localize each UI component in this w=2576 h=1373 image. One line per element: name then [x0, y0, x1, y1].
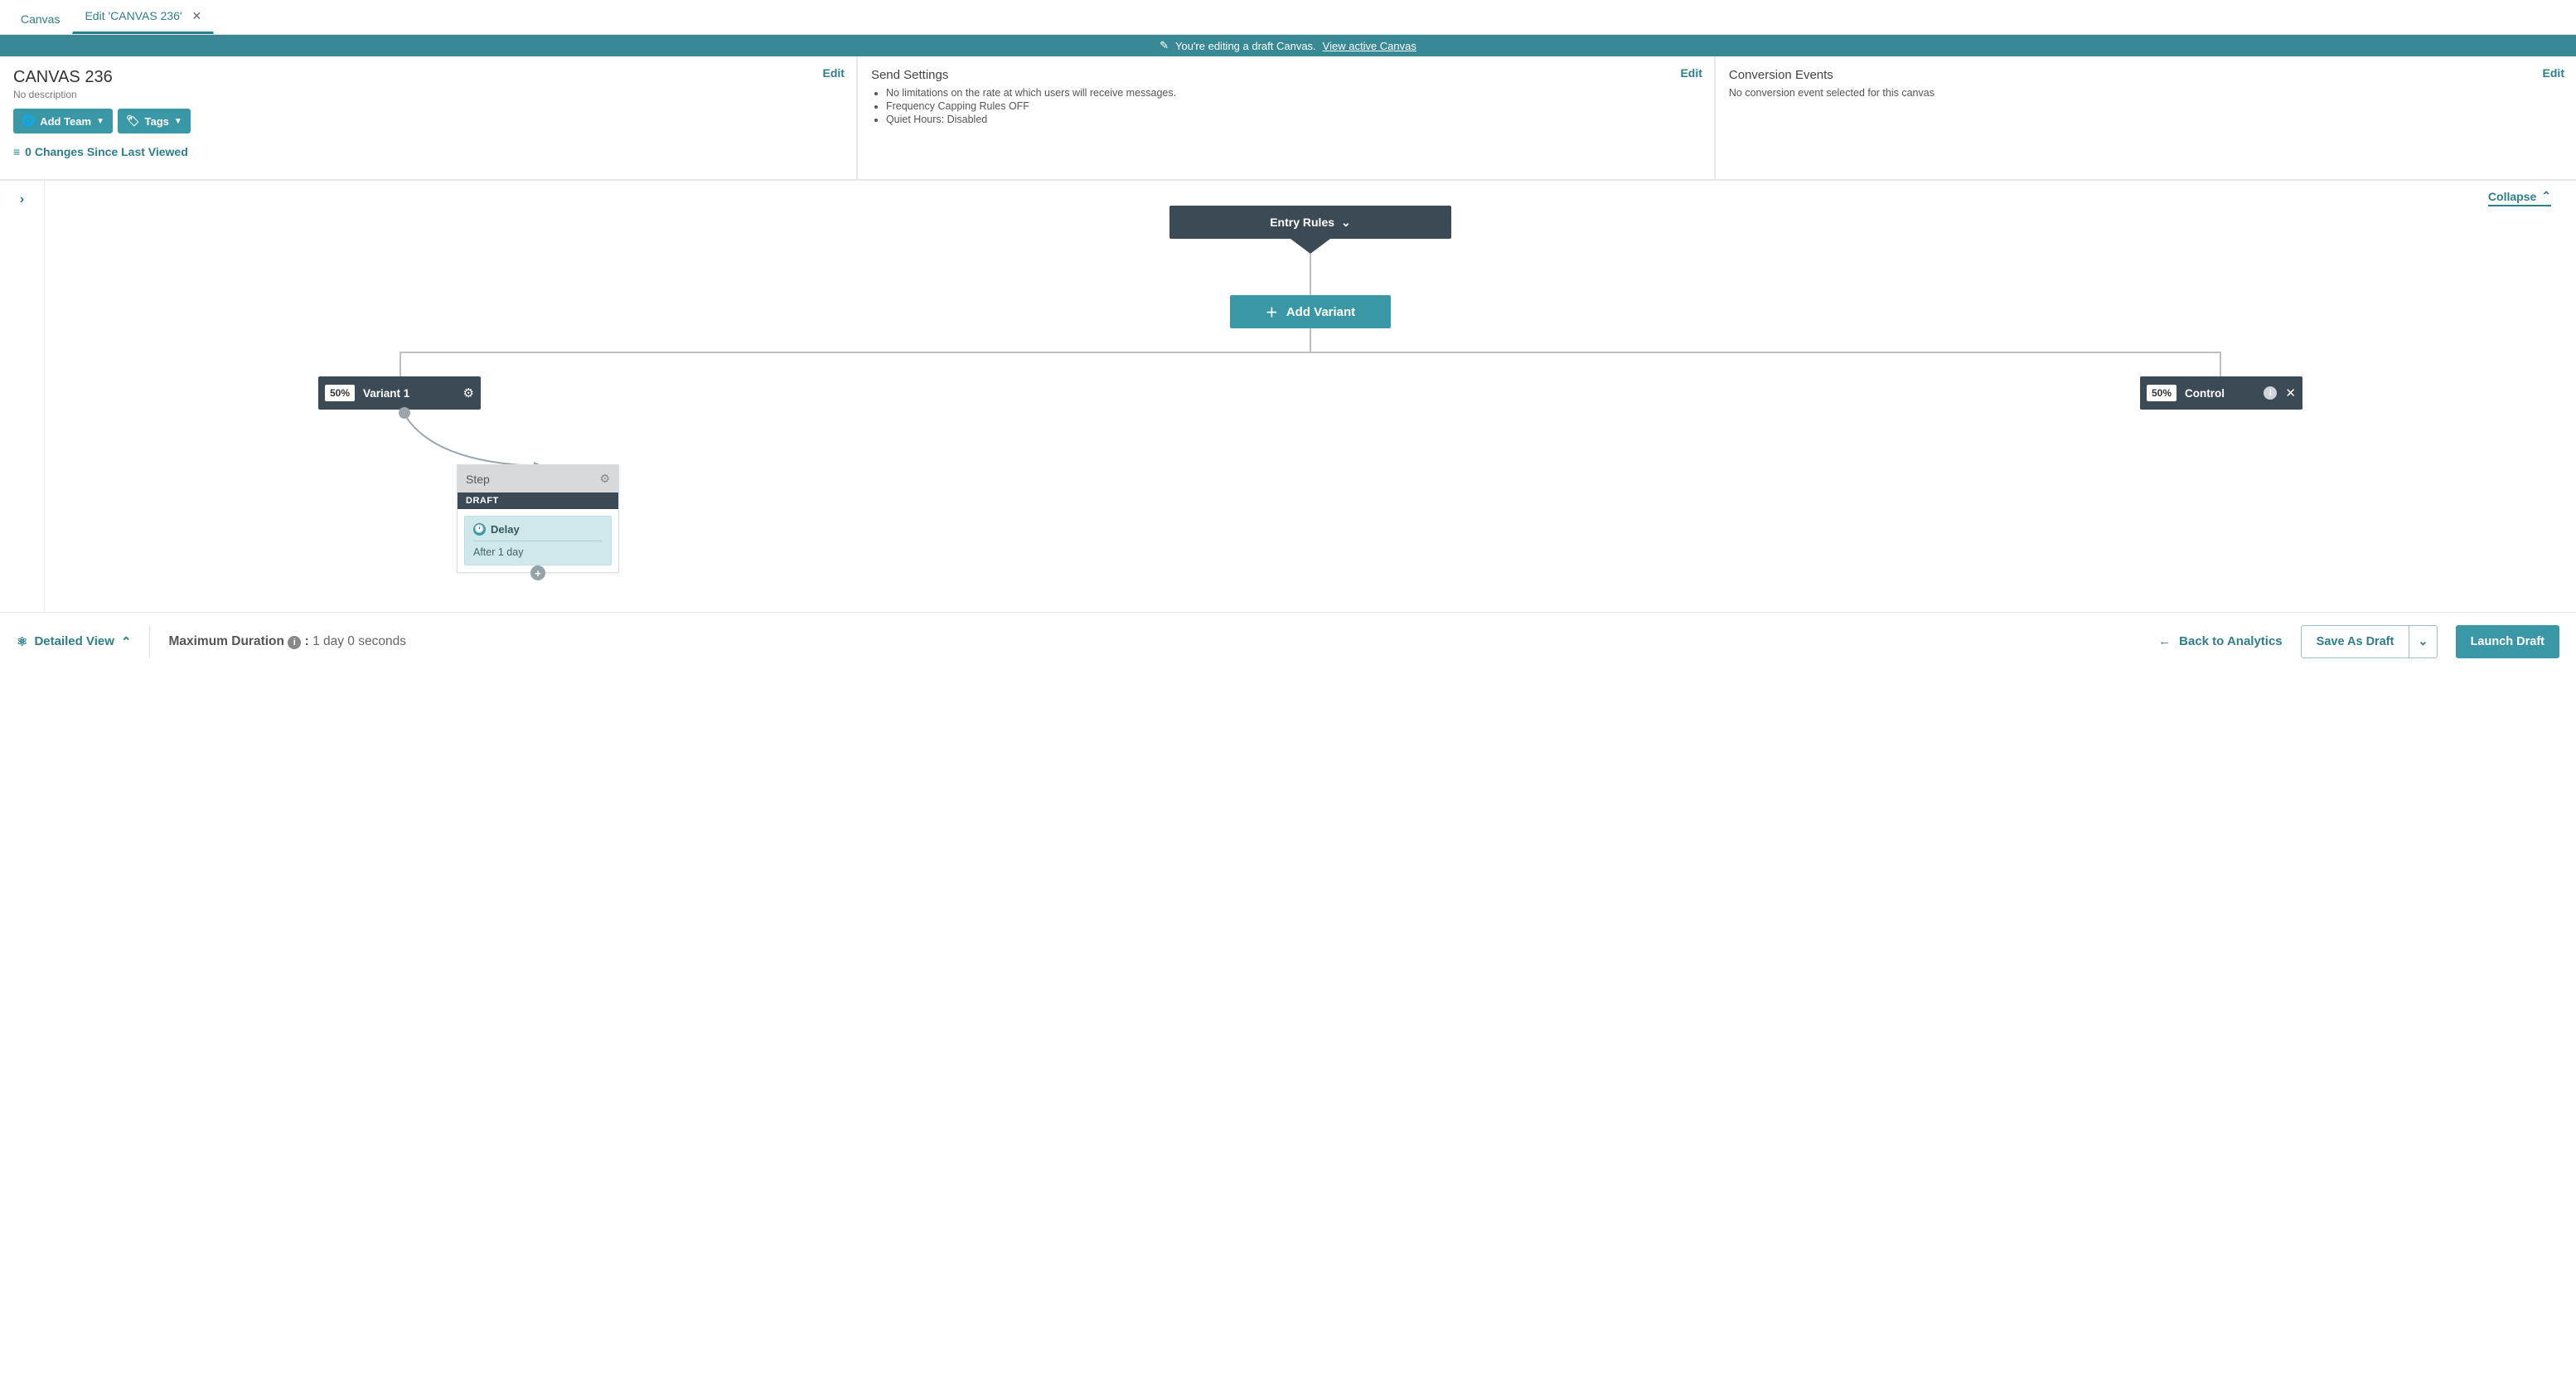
delay-card[interactable]: 🕐 Delay After 1 day [464, 516, 612, 565]
step-card[interactable]: Step ⚙ DRAFT 🕐 Delay After 1 day + [457, 464, 619, 573]
canvas-description: No description [13, 89, 843, 100]
back-label: Back to Analytics [2179, 634, 2283, 648]
edit-send-settings-link[interactable]: Edit [1680, 66, 1702, 80]
caret-down-icon: ▼ [96, 117, 104, 126]
tags-label: Tags [145, 115, 169, 128]
tab-canvas[interactable]: Canvas [8, 3, 72, 34]
gear-icon[interactable]: ⚙ [463, 386, 474, 400]
entry-rules-node[interactable]: Entry Rules ⌄ [1169, 206, 1451, 239]
tab-edit-label: Edit 'CANVAS 236' [85, 9, 182, 22]
clock-icon: 🕐 [473, 523, 486, 536]
max-duration-label: Maximum Duration [168, 634, 284, 648]
connector-line [399, 352, 401, 376]
tab-edit-canvas[interactable]: Edit 'CANVAS 236' ✕ [72, 0, 214, 34]
connector-line [1310, 328, 1311, 352]
save-as-draft-button[interactable]: Save As Draft [2301, 625, 2410, 658]
connector-line [399, 352, 2221, 353]
close-icon[interactable]: ✕ [192, 9, 202, 22]
send-bullet-freq: Frequency Capping Rules OFF [886, 100, 1701, 112]
detailed-view-label: Detailed View [34, 634, 114, 648]
control-percent: 50% [2147, 385, 2177, 401]
add-team-button[interactable]: 🌐 Add Team ▼ [13, 109, 113, 133]
save-draft-group: Save As Draft ⌄ [2301, 625, 2438, 658]
view-active-canvas-link[interactable]: View active Canvas [1323, 40, 1416, 52]
info-row: Edit CANVAS 236 No description 🌐 Add Tea… [0, 56, 2576, 181]
conversion-text: No conversion event selected for this ca… [1729, 87, 2563, 99]
save-as-draft-dropdown[interactable]: ⌄ [2409, 625, 2437, 658]
connector-line [1310, 254, 1311, 295]
changes-label: 0 Changes Since Last Viewed [25, 145, 188, 158]
connector-line [2220, 352, 2221, 376]
conversion-title: Conversion Events [1729, 68, 2563, 82]
add-variant-label: Add Variant [1286, 305, 1355, 319]
entry-rules-label: Entry Rules [1270, 216, 1334, 229]
edit-conversion-link[interactable]: Edit [2543, 66, 2564, 80]
caret-down-icon: ▼ [174, 117, 182, 126]
max-duration-value: 1 day 0 seconds [312, 634, 406, 648]
changes-since-viewed[interactable]: ≡ 0 Changes Since Last Viewed [13, 145, 843, 158]
canvas-workspace: › Collapse ⌃ Entry Rules ⌄ ＋ Add Variant… [0, 181, 2576, 612]
globe-icon: 🌐 [22, 114, 35, 128]
send-settings-title: Send Settings [871, 68, 1701, 82]
add-team-label: Add Team [40, 115, 91, 128]
info-icon[interactable]: i [2264, 386, 2277, 400]
arrow-left-icon: ← [2158, 634, 2171, 648]
variant-node[interactable]: 50% Variant 1 ⚙ [318, 376, 481, 410]
tags-button[interactable]: 🏷 Tags ▼ [118, 109, 191, 133]
chevron-down-icon: ⌄ [1341, 216, 1351, 230]
detailed-view-toggle[interactable]: ⚛ Detailed View ⌃ [17, 634, 131, 649]
canvas-info-panel: Edit CANVAS 236 No description 🌐 Add Tea… [0, 56, 858, 179]
add-step-button[interactable]: + [530, 565, 545, 580]
plus-icon: ＋ [1266, 303, 1278, 321]
conversion-events-panel: Edit Conversion Events No conversion eve… [1716, 56, 2576, 179]
max-duration: Maximum Duration i : 1 day 0 seconds [168, 634, 406, 649]
divider [149, 625, 150, 658]
control-name: Control [2185, 387, 2255, 400]
close-icon[interactable]: ✕ [2285, 386, 2296, 400]
step-title: Step [466, 473, 490, 486]
edit-canvas-info-link[interactable]: Edit [823, 66, 845, 80]
draft-banner: ✎ You're editing a draft Canvas. View ac… [0, 35, 2576, 56]
add-variant-button[interactable]: ＋ Add Variant [1230, 295, 1391, 328]
canvas-area[interactable]: Entry Rules ⌄ ＋ Add Variant 50% Variant … [45, 181, 2576, 612]
chevron-up-icon: ⌃ [121, 634, 132, 649]
send-bullet-rate: No limitations on the rate at which user… [886, 87, 1701, 99]
delay-value: After 1 day [473, 546, 603, 558]
back-to-analytics-link[interactable]: ← Back to Analytics [2158, 634, 2283, 648]
step-header: Step ⚙ [458, 465, 618, 492]
connector-curve [45, 181, 791, 512]
delay-label: Delay [491, 523, 520, 536]
control-node[interactable]: 50% Control i ✕ [2140, 376, 2302, 410]
list-icon: ≡ [13, 145, 20, 158]
info-icon[interactable]: i [288, 636, 301, 649]
gear-icon[interactable]: ⚙ [599, 472, 610, 486]
send-bullet-quiet: Quiet Hours: Disabled [886, 114, 1701, 125]
pencil-icon: ✎ [1160, 39, 1169, 52]
tag-icon: 🏷 [126, 114, 140, 128]
banner-text: You're editing a draft Canvas. [1175, 40, 1316, 52]
draft-badge: DRAFT [458, 492, 618, 509]
send-settings-panel: Edit Send Settings No limitations on the… [858, 56, 1716, 179]
nodes-icon: ⚛ [17, 634, 27, 649]
expand-sidebar[interactable]: › [0, 181, 45, 612]
chevron-right-icon: › [20, 192, 24, 207]
footer-bar: ⚛ Detailed View ⌃ Maximum Duration i : 1… [0, 612, 2576, 670]
variant-percent: 50% [325, 385, 355, 401]
launch-draft-button[interactable]: Launch Draft [2456, 625, 2559, 658]
connection-handle[interactable] [399, 407, 410, 419]
canvas-title: CANVAS 236 [13, 68, 843, 87]
tab-bar: Canvas Edit 'CANVAS 236' ✕ [0, 0, 2576, 35]
variant-name: Variant 1 [363, 387, 455, 400]
